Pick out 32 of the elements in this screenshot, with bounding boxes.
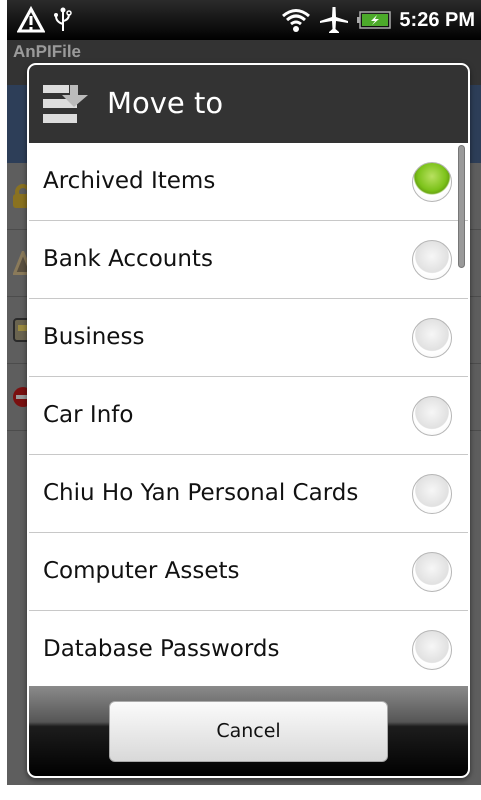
option-label: Business	[43, 323, 144, 352]
battery-charging-icon	[357, 10, 392, 30]
radio-button[interactable]	[412, 318, 452, 358]
option-label: Computer Assets	[43, 557, 240, 586]
cancel-button[interactable]: Cancel	[109, 700, 388, 762]
option-row[interactable]: Business	[29, 299, 468, 377]
option-row[interactable]: Database Passwords	[29, 611, 468, 686]
option-label: Car Info	[43, 401, 134, 430]
scrollbar[interactable]	[458, 145, 465, 268]
dialog-title: Move to	[107, 85, 224, 122]
option-row[interactable]: Computer Assets	[29, 533, 468, 611]
option-label: Bank Accounts	[43, 245, 213, 274]
airplane-icon	[319, 5, 350, 35]
option-row[interactable]: Archived Items	[29, 143, 468, 221]
option-label: Archived Items	[43, 167, 216, 196]
wifi-icon	[281, 7, 312, 33]
radio-button[interactable]	[412, 630, 452, 670]
radio-button[interactable]	[412, 396, 452, 436]
option-row[interactable]: Chiu Ho Yan Personal Cards	[29, 455, 468, 533]
app-title: AnPIFile	[13, 42, 82, 61]
usb-icon	[53, 6, 73, 34]
option-label: Chiu Ho Yan Personal Cards	[43, 479, 358, 508]
option-label: Database Passwords	[43, 635, 280, 664]
radio-button[interactable]	[412, 240, 452, 280]
radio-button[interactable]	[412, 474, 452, 514]
option-row[interactable]: Bank Accounts	[29, 221, 468, 299]
move-icon	[43, 83, 89, 125]
clock-time: 5:26 PM	[399, 8, 475, 33]
warning-icon	[17, 6, 45, 34]
radio-button[interactable]	[412, 162, 452, 202]
radio-button[interactable]	[412, 552, 452, 592]
option-row[interactable]: Car Info	[29, 377, 468, 455]
